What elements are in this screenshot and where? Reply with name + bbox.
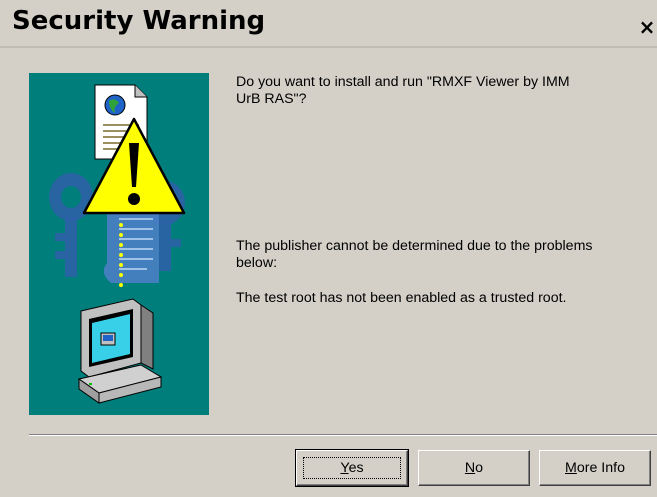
trust-reason-text: The test root has not been enabled as a … [236, 290, 567, 306]
title-divider [0, 46, 657, 48]
computer-icon [77, 298, 163, 404]
yes-button[interactable]: Yes [295, 449, 409, 487]
button-separator [29, 434, 657, 436]
close-button[interactable]: × [638, 16, 656, 38]
security-illustration [29, 73, 209, 415]
more-info-button-label: More Info [565, 460, 625, 476]
install-question-text: Do you want to install and run "RMXF Vie… [236, 74, 570, 107]
no-button-label: No [464, 460, 484, 476]
more-info-button[interactable]: More Info [539, 450, 651, 486]
publisher-warning-text: The publisher cannot be determined due t… [236, 238, 593, 271]
dialog-title: Security Warning [12, 6, 266, 36]
title-bar: Security Warning × [0, 0, 657, 46]
security-warning-dialog: Security Warning × Do you want to instal… [0, 0, 657, 497]
yes-button-label: Yes [340, 460, 364, 476]
no-button[interactable]: No [418, 450, 530, 486]
